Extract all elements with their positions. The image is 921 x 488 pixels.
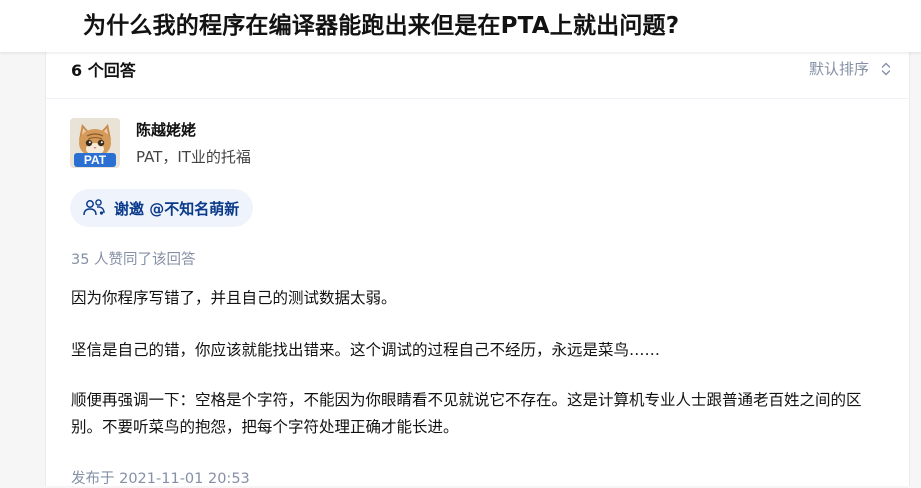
author-avatar[interactable]: PAT <box>70 118 120 168</box>
answer-count: 6 个回答 <box>71 61 136 80</box>
author-name[interactable]: 陈越姥姥 <box>136 119 196 140</box>
question-title[interactable]: 为什么我的程序在编译器能跑出来但是在PTA上就出问题? <box>83 6 679 40</box>
sort-label: 默认排序 <box>808 60 869 78</box>
avatar-badge-text: PAT <box>84 153 107 167</box>
answer-paragraph: 坚信是自己的错，你应该就能找出错来。这个调试的过程自己不经历，永远是菜鸟…… <box>71 341 661 359</box>
answer-paragraph: 顺便再强调一下：空格是个字符，不能因为你眼睛看不见就说它不存在。这是计算机专业人… <box>71 391 862 436</box>
vote-count: 35 人赞同了该回答 <box>71 252 196 268</box>
answer-paragraph: 因为你程序写错了，并且自己的测试数据太弱。 <box>71 289 397 307</box>
invite-badge[interactable]: 谢邀 @不知名萌新 <box>70 189 254 227</box>
answer-list-header: 6 个回答 默认排序 <box>46 52 909 99</box>
publish-time[interactable]: 发布于 2021-11-01 20:53 <box>71 467 250 488</box>
author-bio: PAT，IT业的托福 <box>136 148 251 166</box>
question-header: 为什么我的程序在编译器能跑出来但是在PTA上就出问题? <box>0 0 921 52</box>
people-icon <box>83 199 105 216</box>
chevron-up-down-icon <box>881 62 891 75</box>
sort-dropdown[interactable]: 默认排序 <box>809 58 891 79</box>
answer-list-card: 6 个回答 默认排序 PAT 陈越姥姥 PAT，IT业的托福 谢邀 @不知名萌新… <box>45 52 910 488</box>
answer-content: 因为你程序写错了，并且自己的测试数据太弱。 坚信是自己的错，你应该就能找出错来。… <box>71 285 891 441</box>
invite-label: 谢邀 @不知名萌新 <box>114 199 240 218</box>
